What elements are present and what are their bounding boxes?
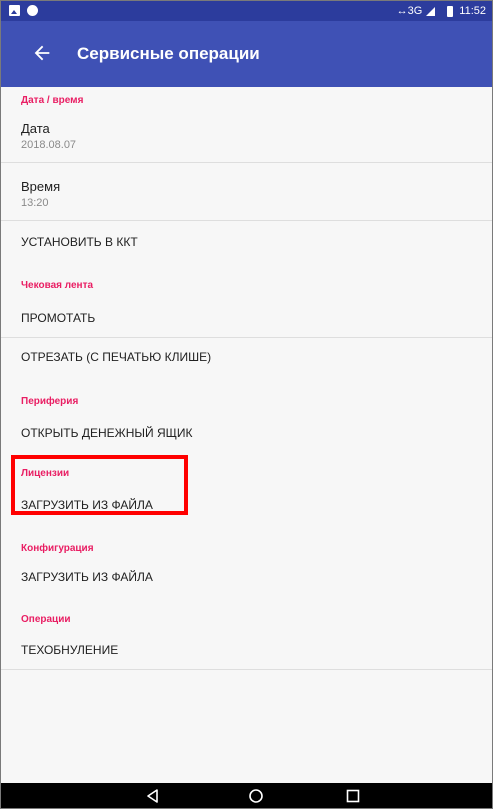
open-cash-drawer-button[interactable]: ОТКРЫТЬ ДЕНЕЖНЫЙ ЯЩИК <box>21 426 472 440</box>
date-title: Дата <box>21 121 50 136</box>
scroll-tape-button[interactable]: ПРОМОТАТЬ <box>21 311 472 325</box>
category-operations: Операции <box>21 614 472 625</box>
category-label: Чековая лента <box>21 280 94 291</box>
scroll-tape-label: ПРОМОТАТЬ <box>21 311 96 325</box>
category-label: Периферия <box>21 396 79 407</box>
gallery-notification-icon <box>9 5 20 16</box>
load-config-label: ЗАГРУЗИТЬ ИЗ ФАЙЛА <box>21 570 153 584</box>
divider <box>1 669 492 670</box>
divider <box>1 337 492 338</box>
open-cash-drawer-label: ОТКРЫТЬ ДЕНЕЖНЫЙ ЯЩИК <box>21 426 193 440</box>
category-label: Конфигурация <box>21 543 94 554</box>
time-value: 13:20 <box>21 197 49 209</box>
category-receipt-tape: Чековая лента <box>21 280 472 291</box>
page-title: Сервисные операции <box>77 44 260 63</box>
divider <box>1 220 492 221</box>
phone-screen: ↔3G 11:52 Сервисные операции Дата / врем… <box>0 0 493 809</box>
category-peripherals: Периферия <box>21 396 472 407</box>
arrow-back-icon[interactable] <box>31 42 53 64</box>
date-preference[interactable]: Дата 2018.08.07 <box>21 121 472 151</box>
time-title: Время <box>21 179 61 194</box>
nav-back-icon[interactable] <box>144 787 162 805</box>
tech-reset-button[interactable]: ТЕХОБНУЛЕНИЕ <box>21 643 472 657</box>
signal-icon <box>426 6 436 16</box>
chat-bubble-notification-icon <box>27 5 38 16</box>
battery-icon <box>447 5 454 17</box>
cut-tape-button[interactable]: ОТРЕЗАТЬ (С ПЕЧАТЬЮ КЛИШЕ) <box>21 350 472 364</box>
set-in-kkt-button[interactable]: УСТАНОВИТЬ В ККТ <box>21 235 472 249</box>
nav-recents-icon[interactable] <box>344 787 362 805</box>
category-datetime: Дата / время <box>21 95 472 106</box>
app-bar: Сервисные операции <box>1 21 492 87</box>
date-value: 2018.08.07 <box>21 139 77 151</box>
navigation-bar <box>1 783 492 808</box>
divider <box>1 162 492 163</box>
category-label: Дата / время <box>21 95 84 106</box>
tech-reset-label: ТЕХОБНУЛЕНИЕ <box>21 643 119 657</box>
cut-tape-label: ОТРЕЗАТЬ (С ПЕЧАТЬЮ КЛИШЕ) <box>21 350 212 364</box>
network-type: ↔3G <box>396 5 423 17</box>
licenses-highlight-box <box>11 455 188 515</box>
status-system: ↔3G 11:52 <box>397 1 486 21</box>
status-time: 11:52 <box>459 5 486 17</box>
category-label: Операции <box>21 614 71 625</box>
settings-list: Дата / время Дата 2018.08.07 Время 13:20… <box>1 87 492 783</box>
load-config-from-file-button[interactable]: ЗАГРУЗИТЬ ИЗ ФАЙЛА <box>21 570 472 584</box>
status-bar: ↔3G 11:52 <box>1 1 492 21</box>
category-configuration: Конфигурация <box>21 543 472 554</box>
time-preference[interactable]: Время 13:20 <box>21 179 472 209</box>
status-notifications <box>9 5 38 16</box>
nav-home-icon[interactable] <box>247 787 265 805</box>
set-in-kkt-label: УСТАНОВИТЬ В ККТ <box>21 235 138 249</box>
